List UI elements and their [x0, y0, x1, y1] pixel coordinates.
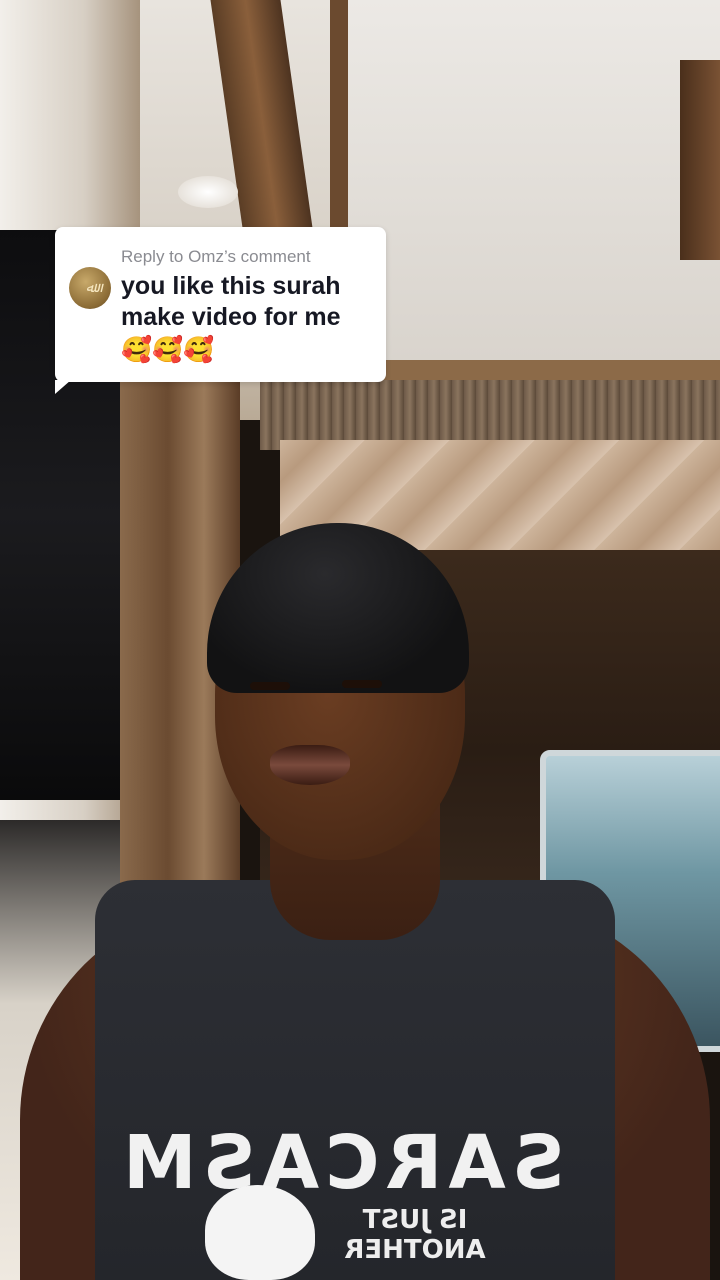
ceiling-frame-right: [680, 60, 720, 260]
reply-comment-sticker[interactable]: ﷲ Reply to Omz’s comment you like this s…: [55, 227, 386, 382]
avatar-icon: ﷲ: [69, 267, 111, 309]
shirt-print-dog: [205, 1185, 315, 1280]
reply-comment-line-2: make video for me: [121, 303, 341, 331]
reply-comment-tail: [55, 380, 71, 394]
person-mouth: [270, 745, 350, 785]
ceiling-frame: [330, 0, 720, 382]
reply-comment-text: you like this surah make video for me: [121, 271, 376, 333]
reply-comment-header: Reply to Omz’s comment: [121, 247, 311, 266]
person-eye-right: [342, 680, 382, 688]
reply-comment-line-1: you like this surah: [121, 272, 341, 300]
person-eye-left: [250, 682, 290, 690]
shirt-print-sub: IS JUST ANOTHER: [344, 1205, 486, 1265]
video-frame[interactable]: SARCASM IS JUST ANOTHER: [0, 0, 720, 1280]
reply-comment-emojis: 🥰🥰🥰: [121, 335, 215, 364]
ceiling-light: [178, 176, 238, 208]
